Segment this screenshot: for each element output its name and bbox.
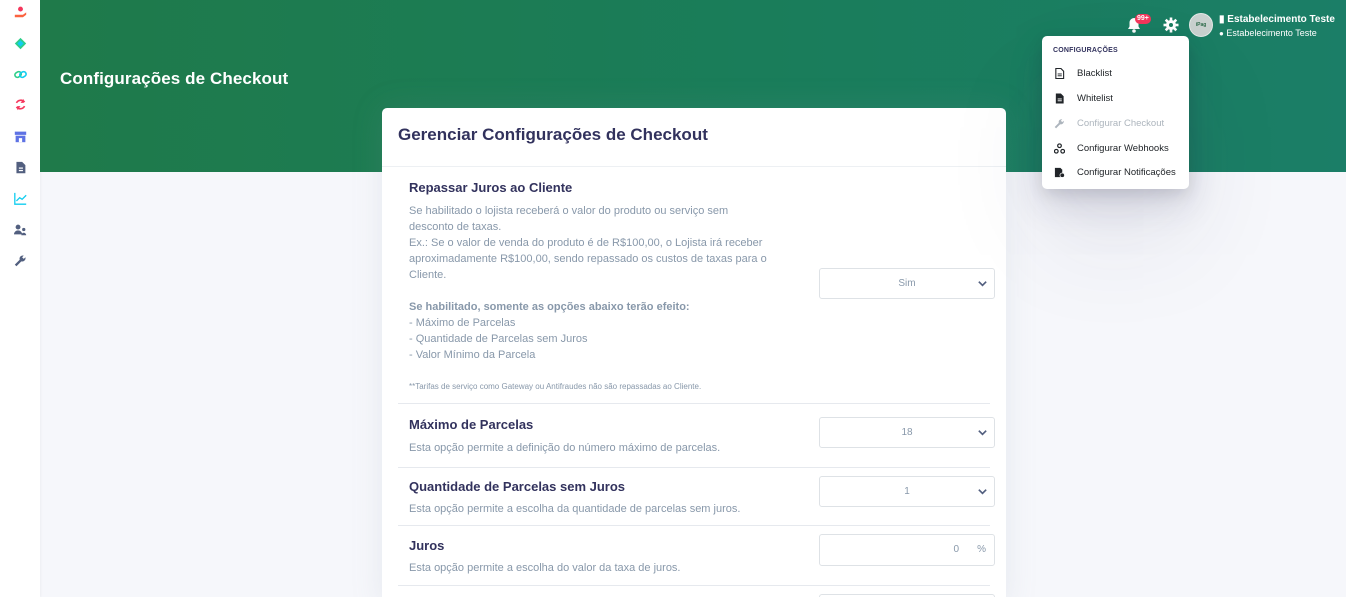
- setting-title: Juros: [409, 538, 445, 553]
- file-solid-icon: [1055, 92, 1064, 104]
- sidebar: [0, 0, 40, 597]
- dropdown-header: CONFIGURAÇÕES: [1053, 47, 1118, 54]
- chevron-down-icon: [978, 430, 987, 436]
- setting-description: Esta opção permite a escolha da quantida…: [409, 503, 741, 515]
- notification-badge: 99+: [1135, 14, 1151, 24]
- setting-row-repassar-juros: Repassar Juros ao Cliente Se habilitado …: [398, 167, 995, 404]
- menu-item-configurar-webhooks[interactable]: Configurar Webhooks: [1042, 137, 1189, 159]
- gear-icon[interactable]: [1163, 17, 1179, 33]
- setting-description: Se habilitado o lojista receberá o valor…: [409, 205, 767, 361]
- menu-item-configurar-notificacoes[interactable]: Configurar Notificações: [1042, 161, 1189, 183]
- percent-addon: %: [977, 544, 986, 555]
- users-icon[interactable]: [13, 222, 28, 237]
- user-name[interactable]: ▮ Estabelecimento Teste: [1219, 14, 1335, 25]
- page-title: Configurações de Checkout: [60, 69, 289, 88]
- notification-config-icon: [1054, 167, 1065, 178]
- setting-row-maximo-parcelas: Máximo de Parcelas Esta opção permite a …: [398, 404, 995, 468]
- setting-title: Repassar Juros ao Cliente: [409, 180, 573, 195]
- chevron-down-icon: [978, 281, 987, 287]
- refresh-icon[interactable]: [13, 97, 28, 112]
- juros-input[interactable]: 0 %: [819, 534, 995, 566]
- document-icon[interactable]: [13, 160, 28, 175]
- maximo-parcelas-select[interactable]: 18: [819, 417, 995, 448]
- setting-row-parcelas-sem-juros: Quantidade de Parcelas sem Juros Esta op…: [398, 468, 995, 526]
- footnote: **Tarifas de serviço como Gateway ou Ant…: [409, 382, 702, 391]
- menu-item-blacklist[interactable]: Blacklist: [1042, 62, 1189, 84]
- hand-coin-icon[interactable]: [13, 4, 28, 19]
- user-icon: ●: [1219, 29, 1224, 38]
- card-title: Gerenciar Configurações de Checkout: [398, 125, 708, 144]
- diamond-icon[interactable]: [13, 36, 28, 51]
- wrench-icon[interactable]: [13, 253, 28, 268]
- building-icon: ▮: [1219, 14, 1225, 25]
- chart-line-icon[interactable]: [13, 191, 28, 206]
- checkout-settings-card: Gerenciar Configurações de Checkout Repa…: [382, 108, 1006, 597]
- link-icon[interactable]: [13, 67, 28, 82]
- parcelas-sem-juros-select[interactable]: 1: [819, 476, 995, 507]
- wrench-icon: [1054, 118, 1064, 128]
- avatar[interactable]: iPag: [1189, 13, 1213, 37]
- setting-description: Esta opção permite a escolha do valor da…: [409, 562, 681, 574]
- settings-dropdown-menu: CONFIGURAÇÕES Blacklist Whitelist Config…: [1042, 36, 1189, 189]
- store-icon[interactable]: [13, 129, 28, 144]
- setting-description: Esta opção permite a definição do número…: [409, 442, 721, 454]
- setting-title: Máximo de Parcelas: [409, 417, 534, 432]
- setting-title: Quantidade de Parcelas sem Juros: [409, 479, 626, 494]
- webhook-icon: [1054, 142, 1065, 154]
- card-header: Gerenciar Configurações de Checkout: [382, 108, 1006, 167]
- avatar-logo-text: iPag: [1195, 22, 1207, 28]
- user-subtitle: ● Estabelecimento Teste: [1219, 28, 1317, 38]
- chevron-down-icon: [978, 489, 987, 495]
- file-list-icon: [1055, 67, 1065, 79]
- menu-item-whitelist[interactable]: Whitelist: [1042, 87, 1189, 109]
- repassar-juros-select[interactable]: Sim: [819, 268, 995, 299]
- menu-item-configurar-checkout[interactable]: Configurar Checkout: [1042, 112, 1189, 134]
- setting-row-juros: Juros Esta opção permite a escolha do va…: [398, 526, 995, 586]
